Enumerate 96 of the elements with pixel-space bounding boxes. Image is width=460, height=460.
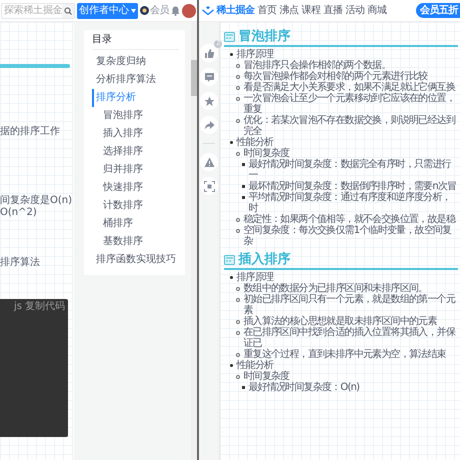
bullet-icon <box>230 141 234 144</box>
bullet-icon <box>236 353 240 357</box>
bullet-icon <box>242 386 246 389</box>
bullet-icon <box>236 64 240 68</box>
search-icon[interactable] <box>64 6 72 14</box>
creator-center-button[interactable]: 创作者中心 <box>77 2 138 18</box>
bullet-icon <box>242 185 246 188</box>
comment-button[interactable] <box>200 68 218 86</box>
logo-icon[interactable] <box>202 6 214 16</box>
list-item-text: 时间复杂度 <box>243 148 290 159</box>
bullet-icon <box>236 331 240 335</box>
toc-item[interactable]: 排序函数实现技巧 <box>92 251 180 269</box>
article-text: 排序算法 <box>0 257 40 269</box>
list-item-text: 空间复杂度：每次交换仅需1个临时变量，故空间复杂 <box>243 225 452 247</box>
brand-name[interactable]: 稀土掘金 <box>216 5 254 16</box>
list-item-text: 数组中的数据分为已排序区间和未排序区间。 <box>243 283 428 294</box>
list-item-text: 最好情况时间复杂度：O(n) <box>248 382 360 393</box>
heading-icon <box>224 32 236 42</box>
toc-item[interactable]: 排序分析 <box>92 89 180 107</box>
toc-title: 目录 <box>92 34 180 50</box>
focus-frame-icon <box>204 180 215 192</box>
list-item-text: 平均情况时间复杂度：通过有序度和逆序度分析，时 <box>248 192 452 214</box>
bullet-icon <box>236 218 240 222</box>
focus-button[interactable] <box>200 177 218 195</box>
bullet-icon <box>236 287 240 291</box>
star-icon <box>204 96 215 106</box>
bullet-icon <box>236 320 240 324</box>
bell-icon[interactable] <box>171 6 180 16</box>
toc-item[interactable]: 快速排序 <box>92 179 180 197</box>
article-text: O(n^2) <box>0 207 37 219</box>
avatar[interactable] <box>182 4 196 18</box>
list-item-text: 重复这个过程，直到未排序中元素为空，算法结束 <box>243 349 446 360</box>
report-button[interactable] <box>200 153 218 171</box>
list-item-text: 冒泡排序只会操作相邻的两个数据。 <box>243 60 391 71</box>
comment-icon <box>204 72 215 82</box>
thumbs-up-icon <box>204 48 215 58</box>
bullet-icon <box>242 163 246 166</box>
toc-item[interactable]: 复杂度归纳 <box>92 53 180 71</box>
nav-link[interactable]: 首页 <box>257 5 276 16</box>
list-item-text: 看是否满足大小关系要求，如果不满足就让它俩互换 <box>243 82 456 93</box>
section-heading: 冒泡排序 <box>238 29 290 44</box>
share-arrow-icon <box>204 120 215 130</box>
scrollbar-thumb[interactable] <box>191 60 198 96</box>
list-item-text: 最坏情况时间复杂度：数据倒序排序时，需要n次冒 <box>248 181 456 192</box>
list-item-text: 时间复杂度 <box>243 371 290 382</box>
list-item-text: 一次冒泡会让至少一个元素移动到它应该在的位置，重复 <box>243 93 456 115</box>
caret-icon <box>131 8 136 12</box>
bullet-icon <box>236 229 240 233</box>
toc-item[interactable]: 冒泡排序 <box>92 107 180 125</box>
bullet-icon <box>236 298 240 302</box>
bullet-icon <box>236 119 240 123</box>
medal-icon[interactable] <box>140 6 149 15</box>
heading-underline <box>0 64 70 68</box>
nav-link[interactable]: 课程 <box>301 5 320 16</box>
bullet-icon <box>236 75 240 79</box>
list-item-text: 性能分析 <box>236 137 274 148</box>
share-button[interactable] <box>200 116 218 134</box>
list-item-text: 排序原理 <box>236 272 274 283</box>
list-item-text: 在已排序区间中找到合适的插入位置将其插入，并保证已 <box>243 327 456 349</box>
bullet-icon <box>230 53 234 56</box>
bullet-icon <box>236 375 240 379</box>
list-item-text: 插入算法的核心思想就是取未排序区间中的元素 <box>243 316 437 327</box>
article-text: 据的排序工作 <box>0 126 60 138</box>
nav-link[interactable]: 活动 <box>345 5 364 16</box>
list-item-text: 优化：若某次冒泡不存在数据交换，则说明已经达到完全 <box>243 115 456 137</box>
toc-item[interactable]: 归并排序 <box>92 161 180 179</box>
heading-icon <box>224 254 236 264</box>
list-item-text: 初始已排序区间只有一个元素，就是数组的第一个元素 <box>243 294 456 316</box>
warning-icon <box>204 156 215 168</box>
bullet-icon <box>242 196 246 199</box>
section-heading: 插入排序 <box>238 252 290 267</box>
list-item-text: 排序原理 <box>236 49 274 60</box>
promo-badge[interactable]: 会员五折 <box>416 3 460 18</box>
toc-item[interactable]: 计数排序 <box>92 197 180 215</box>
list-item-text: 稳定性：如果两个值相等，就不会交换位置，故是稳 <box>243 214 456 225</box>
list-item-text: 性能分析 <box>236 360 274 371</box>
nav-link[interactable]: 直播 <box>323 5 342 16</box>
bullet-icon <box>236 152 240 156</box>
star-button[interactable] <box>200 92 218 110</box>
toc-item[interactable]: 选择排序 <box>92 143 180 161</box>
bullet-icon <box>230 276 234 279</box>
list-item-text: 每次冒泡操作都会对相邻的两个元素进行比较 <box>243 71 428 82</box>
code-language-label: js <box>14 301 22 314</box>
search-field[interactable]: 探索稀土掘金 <box>1 2 75 18</box>
article-text: 间复杂度是O(n) <box>0 195 72 207</box>
bullet-icon <box>236 86 240 90</box>
list-item-text: 最好情况时间复杂度：数据完全有序时，只需进行一 <box>248 159 452 181</box>
nav-link[interactable]: 商城 <box>367 5 386 16</box>
nav-link[interactable]: 沸点 <box>279 5 298 16</box>
copy-code-link[interactable]: 复制代码 <box>25 301 65 435</box>
toc-item[interactable]: 桶排序 <box>92 215 180 233</box>
toc-item[interactable]: 分析排序算法 <box>92 71 180 89</box>
toc-item[interactable]: 基数排序 <box>92 233 180 251</box>
bullet-icon <box>236 97 240 101</box>
toc-item[interactable]: 插入排序 <box>92 125 180 143</box>
bullet-icon <box>230 364 234 367</box>
